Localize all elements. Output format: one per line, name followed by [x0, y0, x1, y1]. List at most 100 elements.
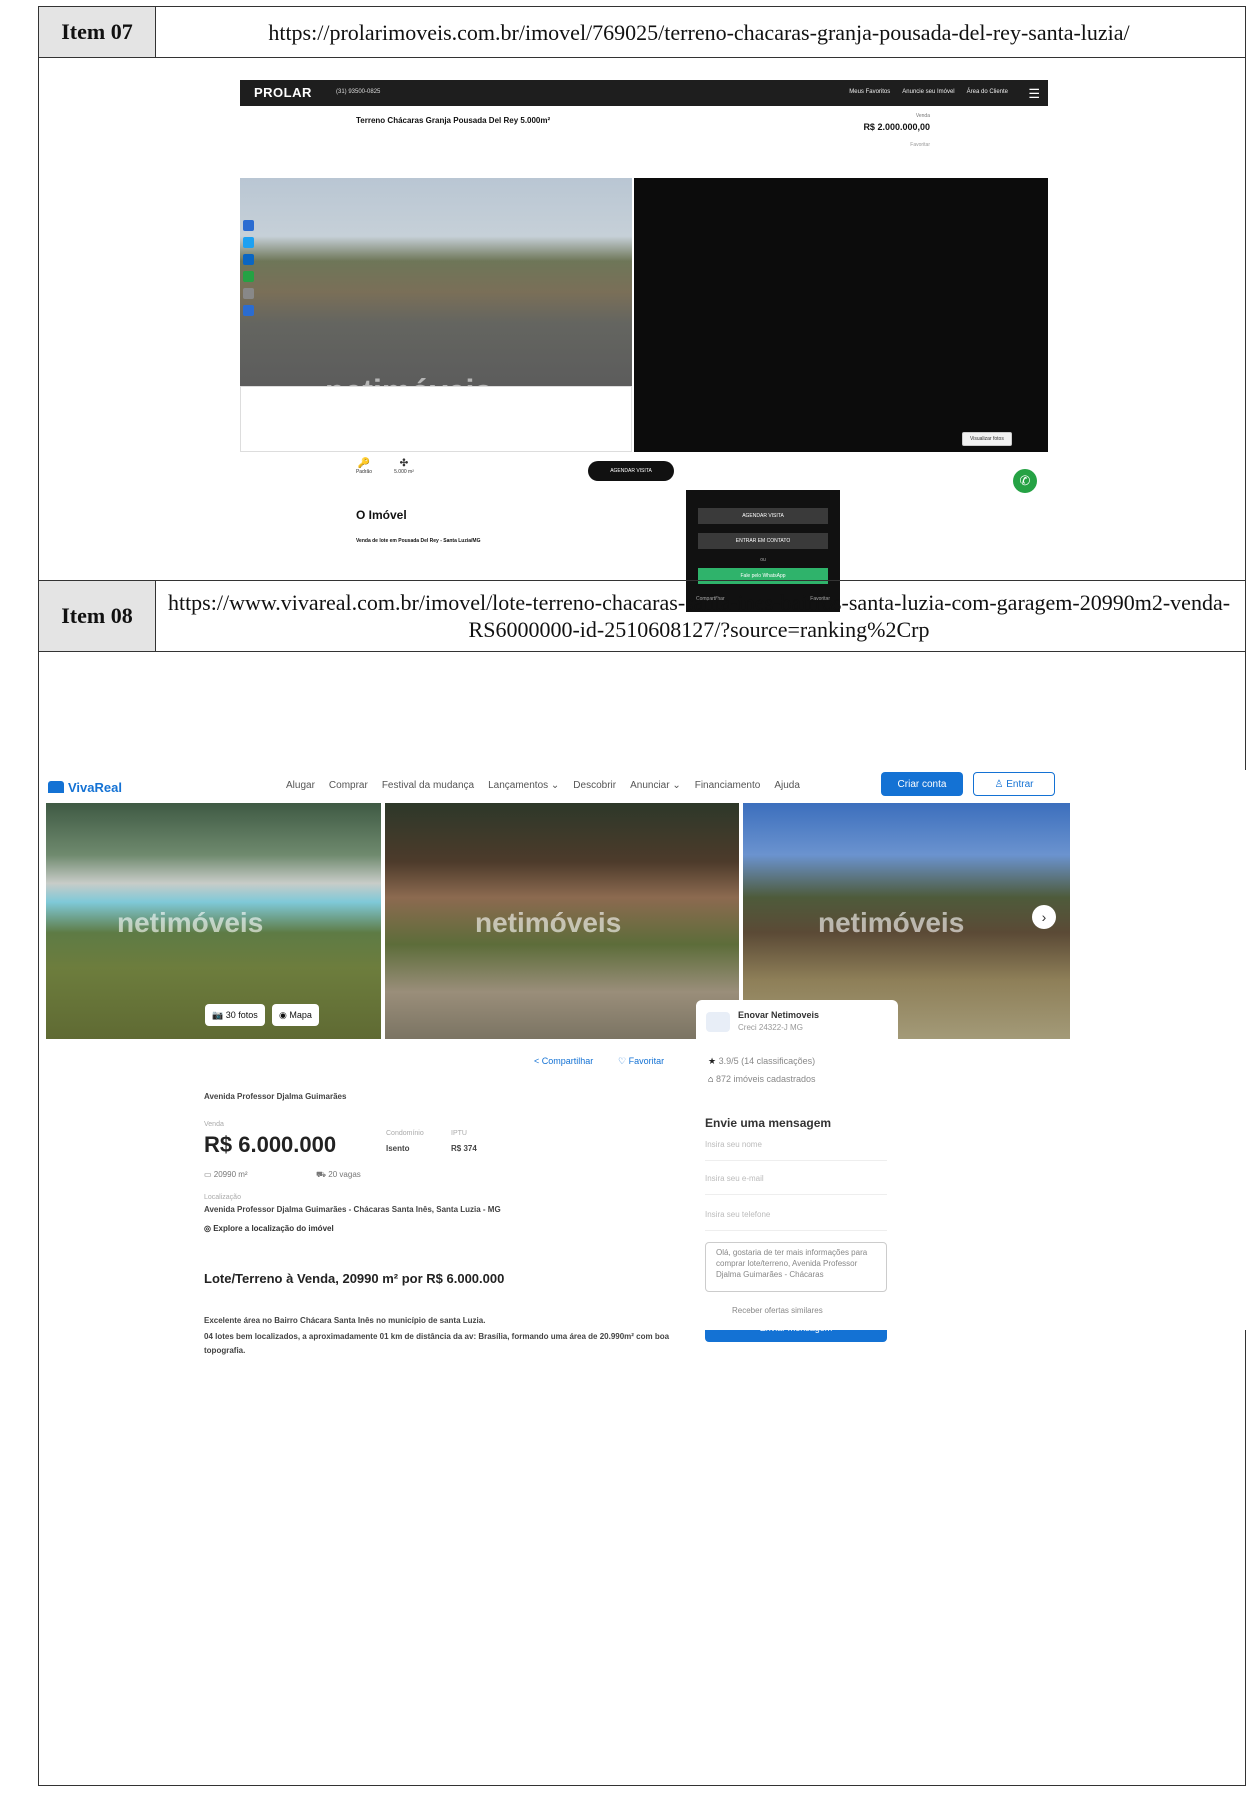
chevron-right-icon[interactable]: › — [1032, 905, 1056, 929]
agent-avatar — [706, 1012, 730, 1032]
facebook-icon[interactable] — [243, 220, 254, 231]
gallery-photo-house[interactable]: netimóveis — [385, 803, 739, 1039]
share-icon: < — [534, 1056, 542, 1066]
section-subheading: Venda de lote em Pousada Del Rey - Santa… — [356, 538, 481, 544]
area-icon: ✣ — [399, 458, 409, 469]
car-icon: ⛟ — [316, 1170, 329, 1179]
nav-launches[interactable]: Lançamentos ⌄ — [488, 780, 559, 791]
nav-help[interactable]: Ajuda — [774, 780, 800, 791]
photo-watermark: netimóveis — [475, 907, 622, 938]
create-account-button[interactable]: Criar conta — [881, 772, 963, 796]
prolar-topbar: PROLAR (31) 93500-0825 Meus Favoritos An… — [240, 80, 1048, 106]
message-title: Envie uma mensagem — [705, 1116, 832, 1130]
iptu-label: IPTU — [451, 1130, 467, 1137]
explore-location-link[interactable]: ◎ Explore a localização do imóvel — [204, 1224, 334, 1233]
item08-header-row: Item 08 https://www.vivareal.com.br/imov… — [39, 580, 1245, 652]
listing-heading: Lote/Terreno à Venda, 20990 m² por R$ 6.… — [204, 1271, 505, 1286]
login-button[interactable]: ♙ Entrar — [973, 772, 1055, 796]
whatsapp-share-icon[interactable] — [243, 271, 254, 282]
iptu-value: R$ 374 — [451, 1144, 477, 1153]
twitter-icon[interactable] — [243, 237, 254, 248]
email-icon[interactable] — [243, 288, 254, 299]
edit-icon[interactable] — [243, 305, 254, 316]
panel-contact-button[interactable]: ENTRAR EM CONTATO — [698, 533, 828, 549]
favorite-link[interactable]: Favoritar — [860, 142, 930, 148]
nav-announce[interactable]: Anuncie seu Imóvel — [902, 89, 954, 95]
email-input[interactable]: Insira seu e-mail — [705, 1174, 887, 1195]
breadcrumb-street[interactable]: Avenida Professor Djalma Guimarães — [204, 1092, 346, 1101]
agent-card[interactable]: Enovar Netimoveis Creci 24322-J MG — [696, 1000, 898, 1046]
item07-label: Item 07 — [39, 7, 156, 57]
description-line-1: Excelente área no Bairro Chácara Santa I… — [204, 1316, 486, 1325]
description-line-2: 04 lotes bem localizados, a aproximadame… — [204, 1332, 670, 1355]
user-icon: ♙ — [994, 778, 1007, 790]
listing-price: R$ 2.000.000,00 — [863, 122, 930, 132]
nav-advertise[interactable]: Anunciar ⌄ — [630, 780, 681, 791]
location-pin-icon: ◎ — [204, 1224, 214, 1233]
section-title: O Imóvel — [356, 508, 407, 522]
parking-value: ⛟ 20 vagas — [316, 1170, 361, 1179]
condo-value: Isento — [386, 1144, 410, 1153]
photo-footer — [240, 386, 632, 452]
home-icon: ⌂ — [708, 1074, 716, 1084]
vivareal-logo-icon — [48, 781, 64, 793]
favorite-link[interactable]: ♡ Favoritar — [618, 1056, 664, 1067]
listing-title: Terreno Chácaras Granja Pousada Del Rey … — [356, 116, 551, 125]
sale-label: Venda — [915, 113, 930, 119]
panel-schedule-button[interactable]: AGENDAR VISITA — [698, 508, 828, 524]
sale-label: Venda — [204, 1121, 224, 1128]
photo-watermark: netimóveis — [818, 907, 965, 938]
similar-offers-checkbox[interactable]: Receber ofertas similares — [732, 1306, 823, 1315]
share-sidebar — [243, 220, 255, 322]
nav-financing[interactable]: Financiamento — [695, 780, 761, 791]
vivareal-logo[interactable]: VivaReal — [48, 780, 122, 795]
hamburger-menu-icon[interactable]: ☰ — [1028, 86, 1040, 102]
view-photos-button[interactable]: Visualizar fotos — [962, 432, 1012, 446]
prolar-phone: (31) 93500-0825 — [336, 89, 381, 95]
schedule-visit-button[interactable]: AGENDAR VISITA — [588, 461, 674, 481]
phone-input[interactable]: Insira seu telefone — [705, 1210, 887, 1231]
location-label: Localização — [204, 1194, 241, 1201]
linkedin-icon[interactable] — [243, 254, 254, 265]
document-page: Item 07 https://prolarimoveis.com.br/imo… — [0, 0, 1251, 1794]
name-input[interactable]: Insira seu nome — [705, 1140, 887, 1161]
agent-rating: ★ 3.9/5 (14 classificações) — [708, 1056, 816, 1066]
ruler-icon: ▭ — [204, 1170, 214, 1179]
nav-festival[interactable]: Festival da mudança — [382, 780, 474, 791]
prolar-logo[interactable]: PROLAR — [254, 85, 312, 100]
agent-creci: Creci 24322-J MG — [738, 1023, 803, 1032]
feature-standard: 🔑 Padrão — [344, 458, 384, 475]
camera-icon: 📷 — [212, 1009, 226, 1020]
vivareal-nav: Alugar Comprar Festival da mudança Lança… — [286, 780, 800, 791]
nav-client-area[interactable]: Área do Cliente — [967, 89, 1008, 95]
item08-url[interactable]: https://www.vivareal.com.br/imovel/lote-… — [157, 581, 1241, 651]
condo-label: Condomínio — [386, 1130, 424, 1137]
photos-button[interactable]: 📷 30 fotos — [205, 1004, 265, 1026]
message-textarea[interactable]: Olá, gostaria de ter mais informações pa… — [705, 1242, 887, 1292]
feature-area: ✣ 5.000 m² — [384, 458, 424, 475]
item08-screenshot: VivaReal Alugar Comprar Festival da muda… — [46, 770, 1246, 1330]
street-view-photo[interactable]: netimóveis — [240, 178, 632, 409]
prolar-nav: Meus Favoritos Anuncie seu Imóvel Área d… — [849, 89, 1008, 95]
item08-screenshot-lower: 04 lotes bem localizados, a aproximadame… — [46, 1330, 1246, 1450]
star-icon: ★ — [708, 1056, 719, 1066]
item07-header-row: Item 07 https://prolarimoveis.com.br/imo… — [39, 7, 1245, 58]
map-panel[interactable] — [634, 178, 1048, 452]
key-icon: 🔑 — [357, 458, 371, 469]
share-link[interactable]: < Compartilhar — [534, 1056, 593, 1066]
item07-url[interactable]: https://prolarimoveis.com.br/imovel/7690… — [157, 7, 1241, 57]
nav-favorites[interactable]: Meus Favoritos — [849, 89, 890, 95]
area-value: ▭ 20990 m² — [204, 1170, 248, 1179]
map-button[interactable]: ◉ Mapa — [272, 1004, 319, 1026]
photo-watermark: netimóveis — [117, 907, 264, 938]
whatsapp-icon[interactable]: ✆ — [1013, 469, 1037, 493]
nav-buy[interactable]: Comprar — [329, 780, 368, 791]
panel-or-label: ou — [760, 557, 766, 563]
send-message-button[interactable]: Enviar mensagem — [705, 1330, 887, 1342]
address: Avenida Professor Djalma Guimarães - Chá… — [204, 1205, 501, 1214]
agent-listings: ⌂ 872 imóveis cadastrados — [708, 1074, 816, 1084]
nav-discover[interactable]: Descobrir — [573, 780, 616, 791]
item08-label: Item 08 — [39, 581, 156, 651]
agent-name: Enovar Netimoveis — [738, 1010, 820, 1020]
nav-rent[interactable]: Alugar — [286, 780, 315, 791]
